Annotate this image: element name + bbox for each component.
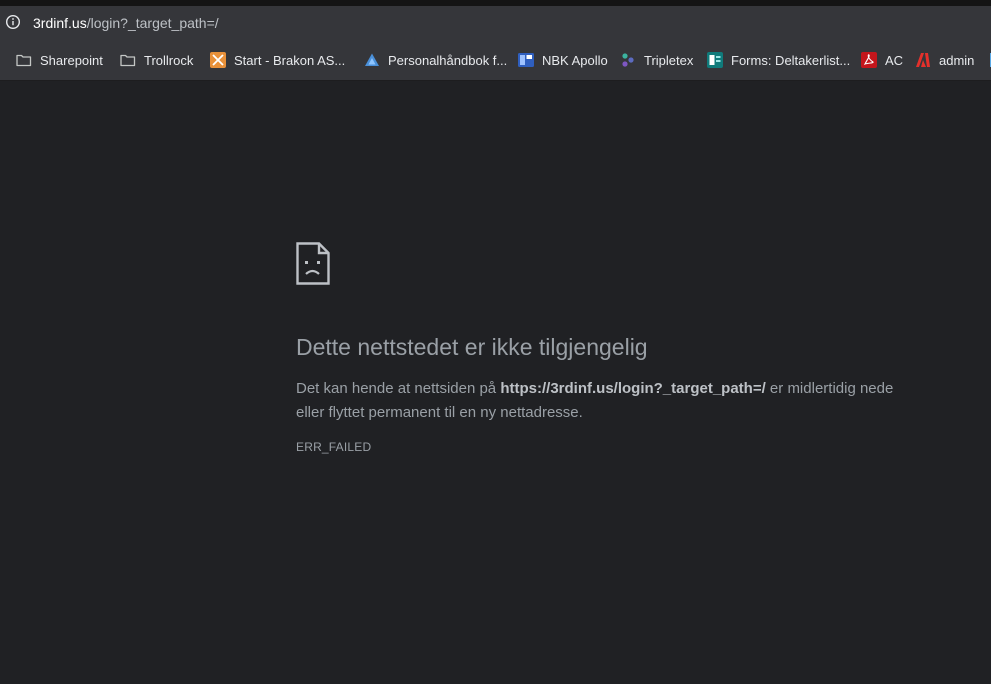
bookmark-label: Tripletex <box>644 52 694 68</box>
bookmark-forms[interactable]: Forms: Deltakerlist... <box>707 51 850 69</box>
address-bar[interactable]: 3rdinf.us/login?_target_path=/ <box>0 6 991 40</box>
bookmarks-bar: Sharepoint Trollrock Start - Brakon AS..… <box>0 40 991 81</box>
bookmark-label: Start - Brakon AS... <box>234 52 346 68</box>
folder-icon <box>120 52 136 68</box>
bookmark-label: NBK Apollo <box>542 52 608 68</box>
address-url[interactable]: 3rdinf.us/login?_target_path=/ <box>33 15 219 31</box>
blue-triangle-icon <box>364 52 380 68</box>
brakon-x-icon <box>210 52 226 68</box>
sad-page-icon <box>296 242 330 285</box>
bookmark-sharepoint[interactable]: Sharepoint <box>16 51 103 69</box>
bookmark-label: Sharepoint <box>40 52 103 68</box>
bookmark-ac[interactable]: AC <box>861 51 903 69</box>
bookmark-overflow[interactable] <box>986 51 991 69</box>
bookmark-personalhandbok[interactable]: Personalhåndbok f... <box>364 51 507 69</box>
error-title: Dette nettstedet er ikke tilgjengelig <box>296 334 648 360</box>
overflow-bookmark-icon <box>986 52 991 68</box>
bookmark-label: admin <box>939 52 975 68</box>
bookmark-admin[interactable]: admin <box>915 51 974 69</box>
bookmark-label: Personalhåndbok f... <box>388 52 508 68</box>
bookmark-start-brakon[interactable]: Start - Brakon AS... <box>210 51 345 69</box>
folder-icon <box>16 52 32 68</box>
url-host: 3rdinf.us <box>33 15 87 31</box>
bookmark-tripletex[interactable]: Tripletex <box>620 51 693 69</box>
nbk-apollo-icon <box>518 52 534 68</box>
forms-icon <box>707 52 723 68</box>
bookmark-trollrock[interactable]: Trollrock <box>120 51 193 69</box>
desc-url: https://3rdinf.us/login?_target_path=/ <box>500 380 766 397</box>
tripletex-icon <box>620 52 636 68</box>
acrobat-icon <box>861 52 877 68</box>
desc-prefix: Det kan hende at nettsiden på <box>296 380 501 397</box>
bookmark-label: AC <box>885 52 904 68</box>
error-page: Dette nettstedet er ikke tilgjengelig De… <box>0 81 991 684</box>
bookmark-nbk-apollo[interactable]: NBK Apollo <box>518 51 608 69</box>
site-info-icon[interactable] <box>2 11 24 33</box>
url-path: /login?_target_path=/ <box>86 15 219 31</box>
error-code: ERR_FAILED <box>296 440 372 454</box>
adobe-icon <box>915 52 931 68</box>
error-description: Det kan hende at nettsiden på https://3r… <box>296 377 896 425</box>
bookmark-label: Forms: Deltakerlist... <box>731 52 851 68</box>
bookmark-label: Trollrock <box>144 52 194 68</box>
